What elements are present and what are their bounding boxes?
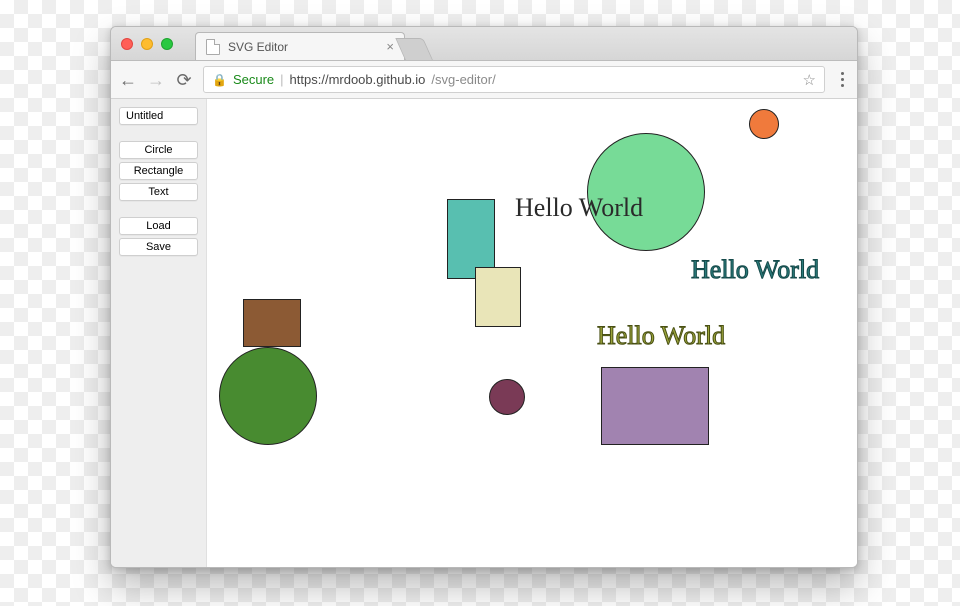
url-host: https://mrdoob.github.io — [290, 72, 426, 87]
close-tab-icon[interactable]: × — [386, 40, 394, 53]
separator: | — [280, 72, 283, 87]
secure-label: Secure — [233, 72, 274, 87]
shape-rect-purple[interactable] — [601, 367, 709, 445]
browser-menu-icon[interactable] — [835, 72, 849, 87]
shape-text-olive[interactable]: Hello World — [597, 321, 725, 351]
window-controls — [111, 38, 173, 50]
shape-text-darkcyan[interactable]: Hello World — [691, 255, 819, 285]
tool-circle-button[interactable]: Circle — [119, 141, 198, 159]
load-button[interactable]: Load — [119, 217, 198, 235]
browser-window: SVG Editor × ← → ⟳ 🔒 Secure | https://mr… — [110, 26, 858, 568]
reload-icon[interactable]: ⟳ — [175, 71, 193, 89]
address-bar[interactable]: 🔒 Secure | https://mrdoob.github.io/svg-… — [203, 66, 825, 93]
forward-icon[interactable]: → — [147, 71, 165, 89]
save-button[interactable]: Save — [119, 238, 198, 256]
minimize-window-button[interactable] — [141, 38, 153, 50]
tab-title: SVG Editor — [228, 40, 288, 54]
shape-rect-cream[interactable] — [475, 267, 521, 327]
shape-circle-mint[interactable] — [587, 133, 705, 251]
url-path: /svg-editor/ — [431, 72, 495, 87]
document-title-input[interactable] — [119, 107, 198, 125]
shape-rect-brown[interactable] — [243, 299, 301, 347]
app-area: Circle Rectangle Text Load Save Hello Wo… — [111, 99, 857, 567]
shape-circle-green[interactable] — [219, 347, 317, 445]
shape-circle-plum[interactable] — [489, 379, 525, 415]
shape-text-black[interactable]: Hello World — [515, 193, 643, 223]
svg-canvas[interactable]: Hello World Hello World Hello World — [207, 99, 857, 567]
close-window-button[interactable] — [121, 38, 133, 50]
lock-icon: 🔒 — [212, 73, 227, 87]
back-icon[interactable]: ← — [119, 71, 137, 89]
bookmark-star-icon[interactable]: ☆ — [803, 71, 816, 89]
browser-tab[interactable]: SVG Editor × — [195, 32, 405, 60]
page-icon — [206, 39, 220, 55]
tool-text-button[interactable]: Text — [119, 183, 198, 201]
browser-toolbar: ← → ⟳ 🔒 Secure | https://mrdoob.github.i… — [111, 61, 857, 99]
shape-circle-orange[interactable] — [749, 109, 779, 139]
tool-rectangle-button[interactable]: Rectangle — [119, 162, 198, 180]
zoom-window-button[interactable] — [161, 38, 173, 50]
sidebar: Circle Rectangle Text Load Save — [111, 99, 207, 567]
titlebar: SVG Editor × — [111, 27, 857, 61]
